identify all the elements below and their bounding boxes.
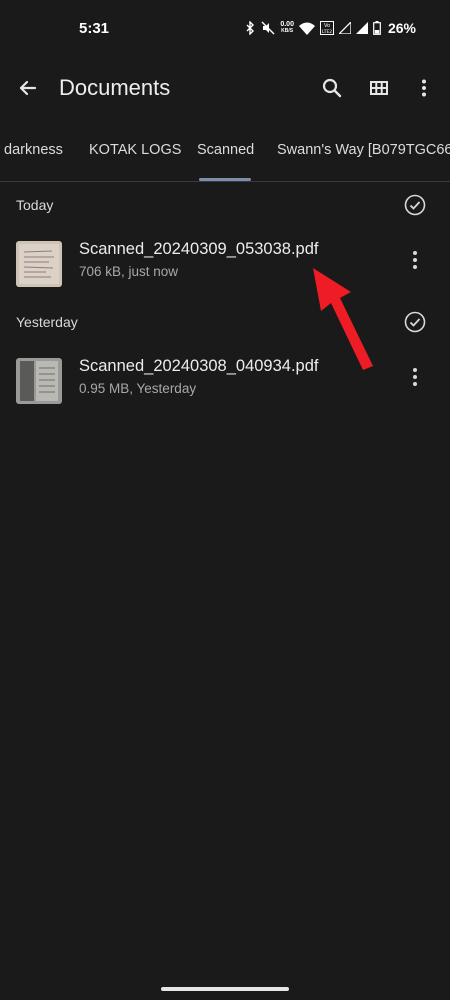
- app-bar: Documents: [0, 58, 450, 118]
- file-name: Scanned_20240308_040934.pdf: [79, 357, 319, 375]
- status-time: 5:31: [79, 20, 110, 37]
- volte-icon: Vo LTE2: [319, 21, 334, 35]
- battery-percent: 26%: [387, 20, 416, 36]
- file-thumbnail: [16, 241, 62, 287]
- wifi-icon: [298, 22, 315, 35]
- list-item[interactable]: Scanned_20240309_053038.pdf 706 kB, just…: [0, 233, 450, 303]
- section-label-today: Today: [16, 197, 54, 213]
- more-vert-icon[interactable]: [404, 365, 426, 389]
- search-icon[interactable]: [318, 74, 346, 102]
- more-vert-icon[interactable]: [404, 248, 426, 272]
- file-meta: 0.95 MB, Yesterday: [79, 381, 197, 396]
- tab-kotak-logs[interactable]: KOTAK LOGS: [89, 142, 181, 158]
- home-indicator[interactable]: [161, 987, 289, 991]
- page-title: Documents: [59, 75, 171, 100]
- signal-icon: [338, 22, 351, 34]
- svg-text:Vo: Vo: [324, 23, 330, 29]
- mute-icon: [261, 21, 275, 35]
- section-label-yesterday: Yesterday: [16, 314, 78, 330]
- signal-icon-2: [355, 22, 368, 34]
- file-name: Scanned_20240309_053038.pdf: [79, 240, 319, 258]
- status-icons: 0.00 KB/S Vo LTE2 26%: [244, 18, 416, 38]
- tab-darkness[interactable]: f darkness: [0, 142, 63, 158]
- file-meta: 706 kB, just now: [79, 264, 179, 279]
- net-speed: 0.00 KB/S: [280, 21, 294, 34]
- select-all-check-icon[interactable]: [404, 311, 426, 333]
- tab-swanns-way[interactable]: Swann's Way [B079TGC667: [277, 142, 450, 158]
- grid-view-icon[interactable]: [365, 74, 393, 102]
- status-bar: 5:31 0.00 KB/S Vo LTE2 26%: [0, 0, 450, 56]
- back-arrow-icon[interactable]: [14, 74, 42, 102]
- more-vert-icon[interactable]: [410, 74, 438, 102]
- tab-bar: f darkness KOTAK LOGS Scanned Swann's Wa…: [0, 138, 450, 182]
- bluetooth-icon: [244, 21, 256, 35]
- divider: [0, 181, 450, 182]
- svg-text:LTE2: LTE2: [322, 29, 332, 35]
- tab-scanned[interactable]: Scanned: [197, 142, 254, 158]
- list-item[interactable]: Scanned_20240308_040934.pdf 0.95 MB, Yes…: [0, 350, 450, 420]
- select-all-check-icon[interactable]: [404, 194, 426, 216]
- battery-icon: [373, 21, 381, 35]
- file-thumbnail: [16, 358, 62, 404]
